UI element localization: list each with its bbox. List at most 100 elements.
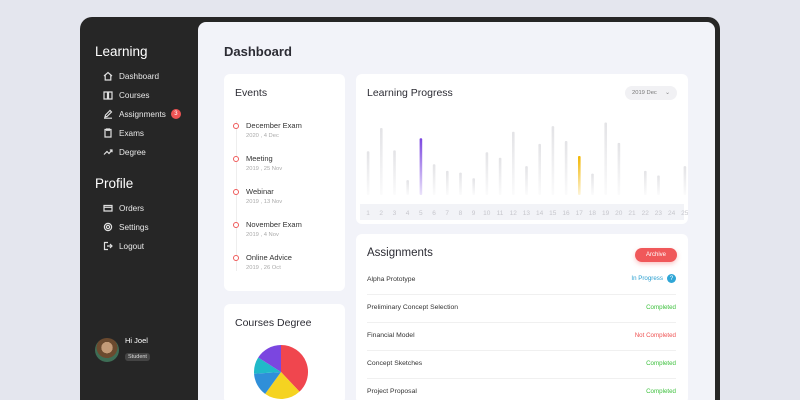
- sidebar-item-exams[interactable]: Exams: [103, 125, 144, 141]
- event-name: Webinar: [246, 187, 274, 196]
- sidebar-item-label: Orders: [119, 203, 145, 213]
- progress-bar: [564, 141, 568, 195]
- x-tick-label: 25: [681, 210, 688, 217]
- page-title: Dashboard: [224, 44, 292, 59]
- x-tick-label: 16: [562, 210, 570, 217]
- sidebar: Learning Dashboard Courses Assignments 3…: [80, 17, 198, 380]
- progress-bar: [393, 150, 396, 195]
- assignment-name: Alpha Prototype: [367, 276, 416, 283]
- x-tick-label: 7: [445, 210, 449, 217]
- events-title: Events: [235, 87, 268, 99]
- x-tick-label: 4: [406, 210, 410, 217]
- progress-bar: [472, 178, 475, 195]
- avatar[interactable]: [95, 337, 119, 362]
- x-tick-label: 21: [628, 210, 636, 217]
- x-tick-label: 1: [366, 210, 370, 217]
- learning-progress-card: Learning Progress 2019 Dec ⌄ 1 2 3 4 5 6 7 8 9 10…: [356, 74, 688, 224]
- status-text: In Progress: [631, 275, 663, 283]
- x-tick-label: 12: [510, 210, 518, 217]
- sidebar-item-orders[interactable]: Orders: [103, 200, 144, 216]
- event-date: 2020 , 4 Dec: [246, 133, 279, 139]
- sidebar-item-logout[interactable]: Logout: [103, 238, 144, 254]
- events-card: Events December Exam 2020 , 4 Dec Meetin…: [224, 74, 345, 291]
- progress-bar: [485, 152, 489, 195]
- status-badge: Not Completed: [634, 332, 676, 339]
- sidebar-item-label: Settings: [119, 222, 149, 232]
- sidebar-item-label: Courses: [119, 90, 150, 100]
- progress-bar: [512, 131, 515, 195]
- x-tick-label: 23: [655, 210, 663, 217]
- home-icon: [103, 71, 113, 81]
- table-row[interactable]: Alpha Prototype In Progress?: [367, 267, 676, 295]
- event-dot: [233, 222, 239, 228]
- x-tick-label: 20: [615, 210, 623, 217]
- assignments-title: Assignments: [367, 247, 433, 259]
- event-date: 2019 , 26 Oct: [246, 265, 281, 271]
- x-tick-label: 3: [393, 210, 397, 217]
- progress-bar: [525, 166, 528, 195]
- status-badge: In Progress?: [631, 274, 676, 283]
- progress-bar: [498, 157, 502, 195]
- x-tick-label: 9: [472, 210, 476, 217]
- progress-bar: [432, 164, 436, 195]
- assignment-name: Concept Sketches: [367, 360, 423, 367]
- x-tick-label: 2: [379, 210, 383, 217]
- info-icon[interactable]: ?: [667, 274, 676, 283]
- x-tick-label: 6: [432, 210, 436, 217]
- timeline-line: [236, 121, 237, 271]
- progress-bar: [406, 180, 409, 195]
- learning-heading: Learning: [95, 44, 148, 59]
- user-role-badge: Student: [125, 353, 150, 361]
- table-row[interactable]: Preliminary Concept Selection Completed: [367, 295, 676, 323]
- x-tick-label: 15: [549, 210, 557, 217]
- progress-bar: [578, 155, 581, 195]
- x-tick-label: 24: [668, 210, 676, 217]
- table-row[interactable]: Project Proposal Completed: [367, 379, 676, 400]
- sidebar-item-assignments[interactable]: Assignments 3: [103, 106, 181, 122]
- status-badge: Completed: [646, 388, 676, 395]
- progress-bar: [644, 170, 647, 195]
- card-icon: [103, 204, 113, 212]
- profile-heading: Profile: [95, 176, 134, 191]
- status-badge: Completed: [646, 304, 676, 311]
- sidebar-item-courses[interactable]: Courses: [103, 87, 150, 103]
- x-tick-label: 14: [536, 210, 544, 217]
- user-profile[interactable]: Hi Joel Student: [95, 336, 150, 363]
- progress-bar: [657, 175, 660, 195]
- x-tick-label: 13: [523, 210, 531, 217]
- main-content: Dashboard Events December Exam 2020 , 4 …: [198, 22, 715, 400]
- pencil-icon: [104, 109, 113, 119]
- progress-bar: [366, 151, 370, 195]
- table-row[interactable]: Financial Model Not Completed: [367, 323, 676, 351]
- event-name: Meeting: [246, 154, 273, 163]
- progress-bar: [419, 138, 423, 195]
- sidebar-item-settings[interactable]: Settings: [103, 219, 149, 235]
- x-tick-label: 19: [602, 210, 610, 217]
- event-dot: [233, 189, 239, 195]
- sidebar-item-label: Degree: [119, 147, 146, 157]
- progress-bar: [446, 170, 449, 195]
- sidebar-item-degree[interactable]: Degree: [103, 144, 146, 160]
- sidebar-item-label: Assignments: [119, 109, 166, 119]
- x-tick-label: 10: [483, 210, 491, 217]
- learning-progress-bar-chart: 1 2 3 4 5 6 7 8 9 10 11 12 13 14 15 16 17 18 19 20 21 22 23 24 2…: [366, 122, 688, 217]
- archive-button[interactable]: Archive: [635, 248, 677, 262]
- progress-bar: [551, 126, 555, 195]
- progress-bar: [591, 173, 594, 195]
- progress-bar: [380, 128, 383, 195]
- sidebar-item-dashboard[interactable]: Dashboard: [103, 68, 159, 84]
- event-date: 2019 , 4 Nov: [246, 232, 279, 238]
- trend-icon: [103, 149, 113, 155]
- progress-bar: [683, 166, 687, 195]
- progress-bar: [617, 142, 621, 195]
- sidebar-item-label: Logout: [119, 241, 145, 251]
- progress-bar: [604, 122, 607, 195]
- courses-degree-pie-chart: [254, 345, 308, 399]
- x-tick-label: 17: [576, 210, 584, 217]
- table-row[interactable]: Concept Sketches Completed: [367, 351, 676, 379]
- event-dot: [233, 156, 239, 162]
- event-name: December Exam: [246, 121, 302, 130]
- x-tick-label: 5: [419, 210, 423, 217]
- event-date: 2019 , 13 Nov: [246, 199, 283, 205]
- event-dot: [233, 255, 239, 261]
